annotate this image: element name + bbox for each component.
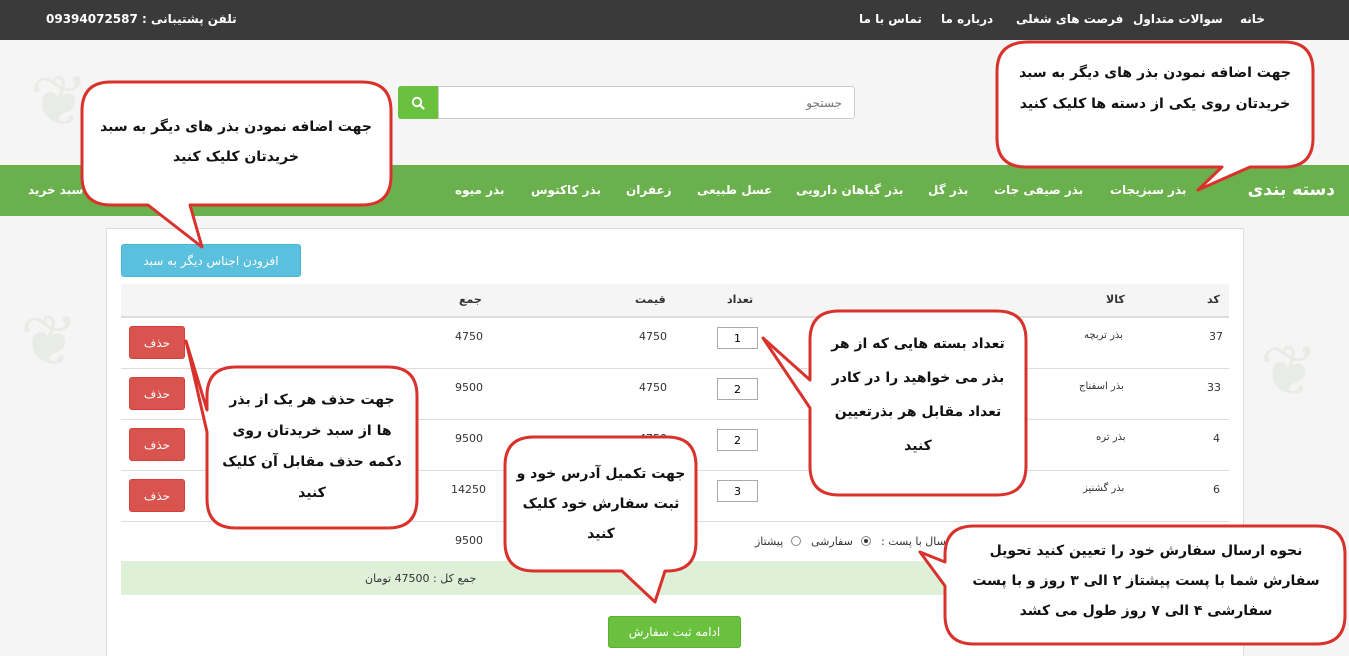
- total-amount: جمع کل : 47500 تومان: [365, 572, 477, 585]
- quantity-input[interactable]: [717, 378, 758, 400]
- row-price: 4750: [639, 330, 667, 343]
- header-price: قیمت: [635, 293, 666, 306]
- header-product: کالا: [1106, 293, 1125, 306]
- leaf-decoration: ❦: [30, 60, 89, 142]
- row-sum: 14250: [451, 483, 486, 496]
- callout-categories-text: جهت اضافه نمودن بذر های دیگر به سبد خرید…: [1019, 65, 1291, 112]
- header-qty: تعداد: [727, 293, 754, 306]
- callout-shipping-text: نحوه ارسال سفارش خود را تعیین کنید تحویل…: [972, 543, 1320, 619]
- delete-button[interactable]: حذف: [129, 377, 185, 410]
- quantity-input[interactable]: [717, 429, 758, 451]
- shipping-cost: 9500: [455, 534, 483, 547]
- category-saffron[interactable]: زعفران: [626, 183, 672, 197]
- shipping-express-label: پیشتاز: [755, 535, 784, 548]
- category-medicinal[interactable]: بذر گیاهان دارویی: [796, 183, 903, 197]
- nav-faq[interactable]: سوالات متداول: [1133, 12, 1223, 26]
- category-summer-crops[interactable]: بذر صیفی جات: [994, 183, 1083, 197]
- delete-button[interactable]: حذف: [129, 326, 185, 359]
- category-honey[interactable]: عسل طبیعی: [697, 183, 772, 197]
- leaf-decoration: ❦: [1260, 330, 1319, 412]
- quantity-input[interactable]: [717, 480, 758, 502]
- delete-button[interactable]: حذف: [129, 428, 185, 461]
- row-sum: 9500: [455, 381, 483, 394]
- header-sum: جمع: [459, 293, 482, 306]
- row-code: 6: [1213, 483, 1220, 496]
- shipping-registered-label: سفارشی: [811, 535, 853, 548]
- nav-home[interactable]: خانه: [1240, 12, 1265, 26]
- top-bar: خانه سوالات متداول فرصت های شغلی درباره …: [0, 0, 1349, 40]
- row-product: بذر گشنیز: [1083, 483, 1125, 494]
- search-button[interactable]: [398, 86, 438, 119]
- nav-about[interactable]: درباره ما: [941, 12, 993, 26]
- row-sum: 9500: [455, 432, 483, 445]
- shipping-express-radio[interactable]: [791, 536, 801, 546]
- category-title: دسته بندی: [1247, 180, 1335, 200]
- category-bar: دسته بندی بذر سبزیجات بذر صیفی جات بذر گ…: [0, 165, 1349, 216]
- category-cactus[interactable]: بذر کاکتوس: [531, 183, 601, 197]
- continue-order-button[interactable]: ادامه ثبت سفارش: [608, 616, 741, 648]
- quantity-input[interactable]: [717, 327, 758, 349]
- category-flowers[interactable]: بذر گل: [928, 183, 968, 197]
- row-product: بذر اسفناج: [1079, 381, 1124, 392]
- support-phone: تلفن پشتیبانی : 09394072587: [46, 12, 237, 26]
- nav-contact[interactable]: تماس با ما: [859, 12, 922, 26]
- row-code: 33: [1207, 381, 1221, 394]
- row-sum: 4750: [455, 330, 483, 343]
- leaf-decoration: ❦: [20, 300, 79, 382]
- nav-jobs[interactable]: فرصت های شغلی: [1016, 12, 1123, 26]
- row-code: 37: [1209, 330, 1223, 343]
- table-row: 37 بذر تربچه 4750 4750 حذف: [121, 318, 1229, 369]
- search-input[interactable]: [438, 86, 855, 119]
- shipping-label: ارسال با پست :: [881, 535, 955, 548]
- callout-add-text: جهت اضافه نمودن بذر های دیگر به سبد خرید…: [100, 119, 372, 165]
- row-product: بذر تربچه: [1084, 330, 1123, 341]
- category-fruit[interactable]: بذر میوه: [455, 183, 504, 197]
- category-vegetables[interactable]: بذر سبزیجات: [1110, 183, 1186, 197]
- shipping-registered-radio[interactable]: [861, 536, 871, 546]
- delete-button[interactable]: حذف: [129, 479, 185, 512]
- callout-continue-text: جهت تکمیل آدرس خود و ثبت سفارش خود کلیک …: [516, 466, 686, 542]
- add-more-items-button[interactable]: افزودن اجناس دیگر به سبد: [121, 244, 301, 277]
- row-price: 4750: [639, 432, 667, 445]
- row-price: 4750: [639, 381, 667, 394]
- search-box: [398, 86, 855, 119]
- header-code: کد: [1207, 293, 1220, 306]
- row-code: 4: [1213, 432, 1220, 445]
- row-product: بذر تره: [1096, 432, 1126, 443]
- cart-table-header: کد کالا تعداد قیمت جمع: [121, 284, 1229, 318]
- callout-qty-text: تعداد بسته هایی که از هر بذر می خواهید ر…: [831, 336, 1005, 454]
- category-cart[interactable]: سبد خرید: [28, 183, 83, 197]
- search-icon: [411, 96, 425, 110]
- callout-delete-text: جهت حذف هر یک از بذر ها از سبد خریدتان ر…: [222, 392, 402, 501]
